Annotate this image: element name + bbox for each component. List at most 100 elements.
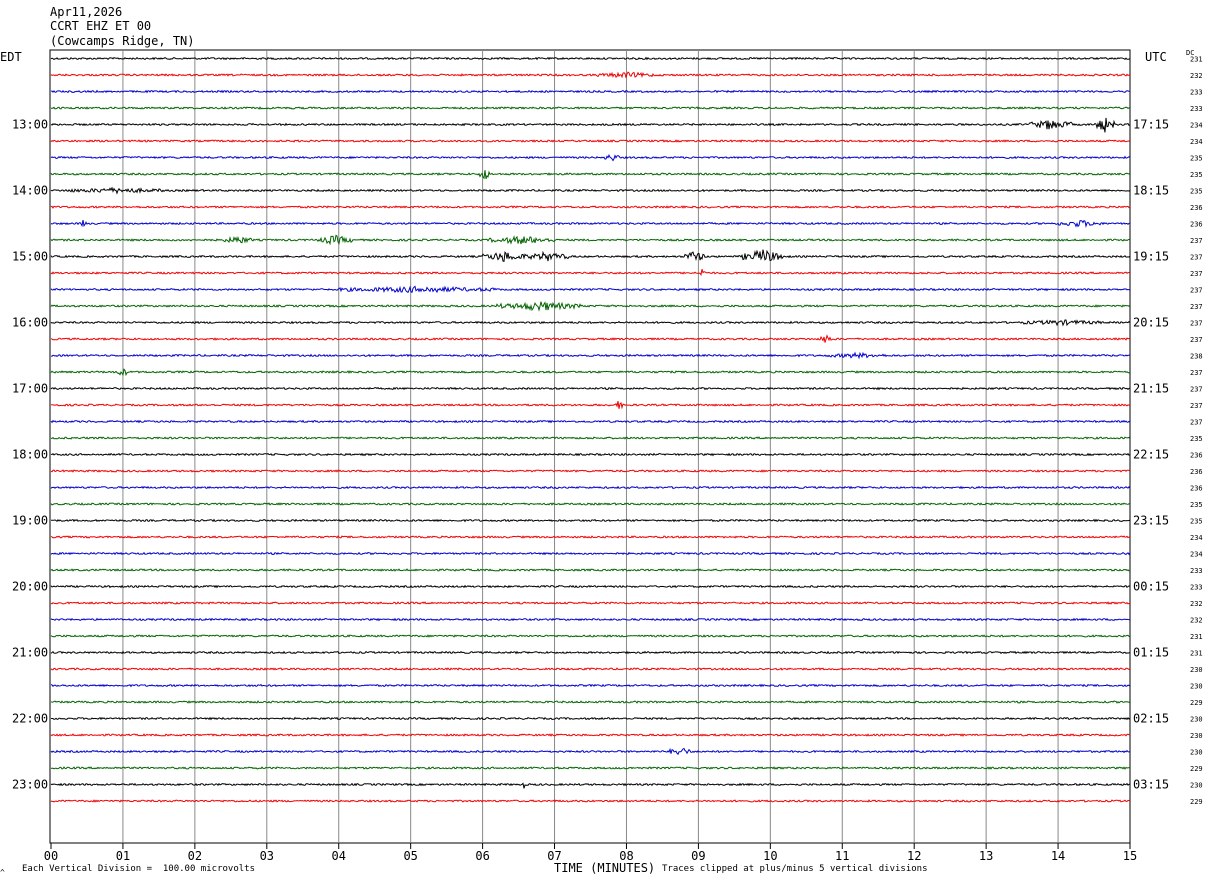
trace-line	[50, 747, 1131, 756]
x-tick-label: 05	[403, 849, 417, 863]
utc-hour-label: 22:15	[1133, 448, 1169, 462]
trace-line	[50, 368, 1131, 377]
trace-layer	[50, 56, 1131, 803]
trace-line	[50, 170, 1131, 180]
edt-hour-label: 23:00	[12, 778, 48, 792]
x-tick-label: 11	[835, 849, 849, 863]
trace-line	[50, 71, 1131, 79]
dc-value: 237	[1190, 336, 1203, 344]
dc-value: 230	[1190, 683, 1203, 691]
trace-line	[50, 301, 1131, 312]
edt-hour-label: 13:00	[12, 118, 48, 132]
x-axis-title: TIME (MINUTES)	[554, 861, 656, 875]
edt-hour-label: 19:00	[12, 514, 48, 528]
grid-layer	[49, 49, 1131, 849]
trace-line	[50, 551, 1131, 556]
trace-line	[50, 234, 1131, 246]
trace-line	[50, 766, 1131, 770]
edt-hour-label: 16:00	[12, 316, 48, 330]
x-tick-label: 03	[260, 849, 274, 863]
footer-scale-note: Each Vertical Division = 100.00 microvol…	[22, 864, 255, 874]
dc-value: 230	[1190, 666, 1203, 674]
dc-value: 234	[1190, 138, 1203, 146]
x-tick-label: 10	[763, 849, 777, 863]
dc-value: 235	[1190, 518, 1203, 526]
dc-value: 231	[1190, 56, 1203, 64]
dc-value: 232	[1190, 600, 1203, 608]
dc-value: 234	[1190, 551, 1203, 559]
trace-line	[50, 601, 1131, 605]
label-layer: 00 01 02 03 04 05 06 07 08 09 10 11 12 13 14 1523123223…	[12, 56, 1203, 864]
trace-line	[50, 205, 1131, 209]
utc-hour-label: 02:15	[1133, 712, 1169, 726]
dc-value: 236	[1190, 452, 1203, 460]
x-tick-label: 15	[1123, 849, 1137, 863]
trace-line	[50, 452, 1131, 457]
dc-value: 230	[1190, 716, 1203, 724]
trace-line	[50, 117, 1131, 133]
edt-hour-label: 20:00	[12, 580, 48, 594]
dc-value: 235	[1190, 501, 1203, 509]
trace-line	[50, 782, 1131, 789]
trace-line	[50, 153, 1131, 162]
edt-hour-label: 21:00	[12, 646, 48, 660]
dc-value: 237	[1190, 419, 1203, 427]
trace-line	[50, 351, 1131, 360]
dc-value: 231	[1190, 633, 1203, 641]
dc-value: 234	[1190, 534, 1203, 542]
utc-hour-label: 17:15	[1133, 118, 1169, 132]
footer-clip-note: Traces clipped at plus/minus 5 vertical …	[662, 864, 928, 874]
dc-value: 236	[1190, 468, 1203, 476]
trace-line	[50, 700, 1131, 704]
dc-value: 235	[1190, 155, 1203, 163]
trace-line	[51, 436, 1131, 440]
x-tick-label: 06	[475, 849, 489, 863]
trace-line	[50, 485, 1131, 490]
trace-line	[50, 667, 1131, 671]
trace-line	[50, 733, 1131, 737]
trace-line	[50, 634, 1131, 638]
trace-line	[50, 139, 1131, 143]
utc-hour-label: 03:15	[1133, 778, 1169, 792]
dc-value: 237	[1190, 270, 1203, 278]
dc-value: 237	[1190, 237, 1203, 245]
x-tick-label: 02	[188, 849, 202, 863]
trace-line	[50, 56, 1131, 61]
dc-value: 230	[1190, 782, 1203, 790]
plot-frame	[49, 49, 1131, 844]
dc-value: 231	[1190, 650, 1203, 658]
trace-line	[50, 617, 1131, 622]
dc-value: 238	[1190, 353, 1203, 361]
x-tick-label: 13	[979, 849, 993, 863]
dc-value: 237	[1190, 303, 1203, 311]
trace-line	[50, 716, 1131, 721]
trace-line	[50, 386, 1131, 391]
edt-hour-label: 14:00	[12, 184, 48, 198]
trace-line	[50, 186, 1131, 195]
x-tick-label: 12	[907, 849, 921, 863]
dc-value: 236	[1190, 485, 1203, 493]
utc-hour-label: 20:15	[1133, 316, 1169, 330]
dc-value: 237	[1190, 254, 1203, 262]
trace-line	[50, 220, 1131, 229]
edt-hour-label: 18:00	[12, 448, 48, 462]
dc-value: 234	[1190, 122, 1203, 130]
dc-value: 230	[1190, 732, 1203, 740]
trace-line	[50, 106, 1131, 110]
dc-value: 235	[1190, 188, 1203, 196]
dc-value: 232	[1190, 617, 1203, 625]
trace-line	[50, 269, 1131, 277]
dc-value: 236	[1190, 221, 1203, 229]
edt-hour-label: 15:00	[12, 250, 48, 264]
trace-line	[50, 285, 1131, 294]
trace-line	[50, 502, 1131, 506]
dc-value: 229	[1190, 699, 1203, 707]
trace-line	[50, 568, 1131, 572]
trace-line	[51, 401, 1131, 410]
utc-hour-label: 01:15	[1133, 646, 1169, 660]
dc-value: 237	[1190, 287, 1203, 295]
trace-line	[50, 799, 1131, 803]
dc-value: 237	[1190, 402, 1203, 410]
dc-value: 233	[1190, 89, 1203, 97]
trace-line	[51, 518, 1131, 523]
